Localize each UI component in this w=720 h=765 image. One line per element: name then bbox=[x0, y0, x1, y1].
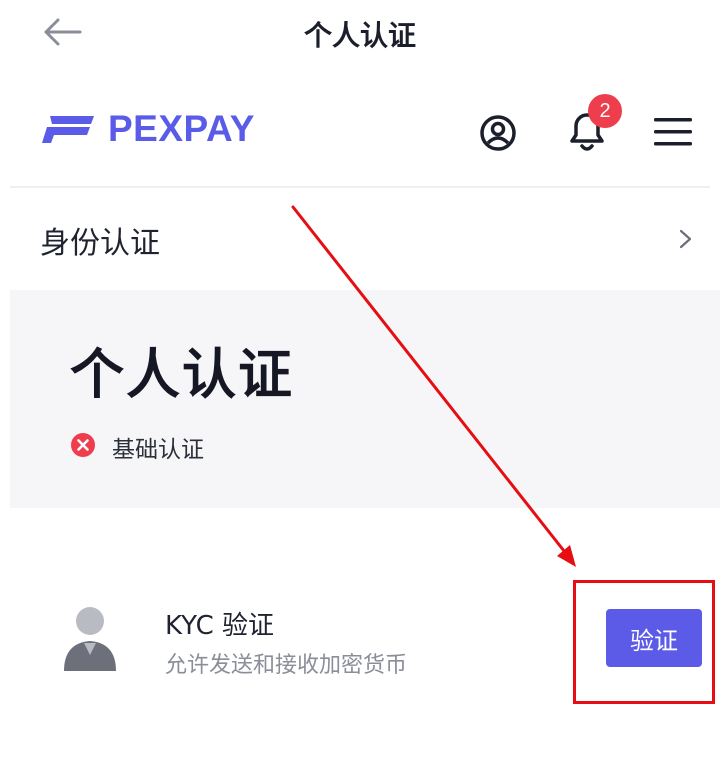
brand-name: PEXPAY bbox=[108, 108, 255, 149]
kyc-title: KYC 验证 bbox=[165, 611, 275, 641]
user-account-icon[interactable] bbox=[478, 113, 518, 153]
pexpay-logo-icon bbox=[42, 116, 94, 143]
header-divider bbox=[10, 186, 710, 188]
page-title: 个人认证 bbox=[303, 19, 416, 52]
identity-verification-label: 身份认证 bbox=[40, 226, 160, 261]
kyc-subtitle: 允许发送和接收加密货币 bbox=[165, 653, 408, 678]
brand-logo[interactable]: PEXPAY bbox=[40, 108, 255, 149]
personal-verification-panel: 个人认证 基础认证 bbox=[10, 290, 720, 508]
chevron-right-icon bbox=[679, 229, 692, 249]
identity-verification-row[interactable]: 身份认证 bbox=[0, 200, 720, 280]
error-x-icon bbox=[71, 433, 95, 457]
verify-button[interactable]: 验证 bbox=[606, 609, 702, 667]
hamburger-menu-icon[interactable] bbox=[652, 115, 694, 149]
panel-title: 个人认证 bbox=[70, 343, 294, 406]
basic-verification-status: 基础认证 bbox=[112, 437, 204, 463]
kyc-verification-row: KYC 验证 允许发送和接收加密货币 验证 bbox=[0, 585, 720, 695]
notification-count-badge: 2 bbox=[588, 94, 622, 128]
person-avatar-icon bbox=[64, 607, 116, 671]
top-bar: 个人认证 bbox=[0, 0, 720, 70]
